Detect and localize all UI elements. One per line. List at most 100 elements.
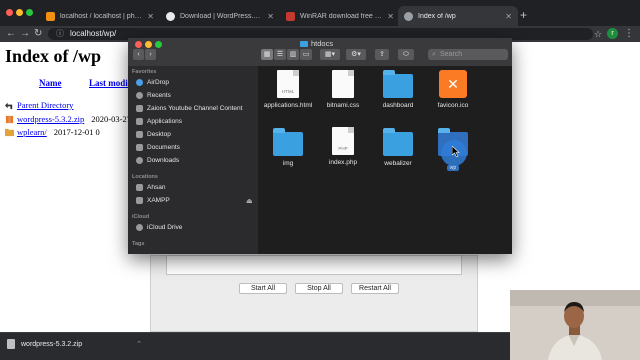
mouse-cursor-icon bbox=[452, 146, 460, 157]
browser-menu-icon[interactable]: ⋮ bbox=[624, 27, 634, 41]
html-file-icon: HTML bbox=[277, 70, 299, 98]
file-date: 2017-12-01 0 bbox=[53, 127, 100, 137]
file-item-index-php[interactable]: PHP index.php bbox=[312, 127, 374, 166]
tab-index-of-wp[interactable]: Index of /wp ✕ bbox=[398, 6, 518, 26]
sidebar-section-locations: Locations bbox=[132, 174, 158, 180]
icon-view-button[interactable]: ▦ bbox=[261, 49, 273, 60]
php-file-icon: PHP bbox=[332, 127, 354, 155]
tab-wordpress-download[interactable]: Download | WordPress.org ✕ bbox=[160, 6, 280, 26]
close-tab-icon[interactable]: ✕ bbox=[267, 12, 274, 21]
chevron-up-icon[interactable]: ⌃ bbox=[136, 340, 142, 348]
close-window-button[interactable] bbox=[6, 9, 13, 16]
file-item-bitnami-css[interactable]: bitnami.css bbox=[312, 70, 374, 109]
sidebar-item-desktop[interactable]: Desktop bbox=[136, 131, 171, 138]
sidebar-item-xampp[interactable]: XAMPP bbox=[136, 197, 170, 204]
sidebar-item-ahsan[interactable]: Ahsan bbox=[136, 184, 165, 191]
finder-search-input[interactable]: Search bbox=[428, 49, 508, 60]
finder-zoom-button[interactable] bbox=[155, 41, 162, 48]
download-filename: wordpress-5.3.2.zip bbox=[21, 340, 83, 348]
airdrop-icon bbox=[136, 79, 143, 86]
file-item-favicon-ico[interactable]: ✕ favicon.ico bbox=[422, 70, 484, 109]
file-item-applications-html[interactable]: HTML applications.html bbox=[257, 70, 319, 109]
search-icon: ⌕ bbox=[432, 51, 436, 58]
folder-link-wplearn[interactable]: wplearn/ bbox=[17, 127, 47, 137]
zip-file-icon bbox=[7, 339, 15, 349]
parent-directory-icon bbox=[5, 102, 13, 109]
back-arrow-icon[interactable]: ← bbox=[6, 26, 16, 42]
document-icon bbox=[136, 144, 143, 151]
finder-back-button[interactable]: ‹ bbox=[133, 49, 144, 60]
folder-icon bbox=[383, 70, 413, 98]
presenter-image bbox=[510, 290, 640, 360]
sidebar-item-recents[interactable]: Recents bbox=[136, 92, 171, 99]
column-name-link[interactable]: Name bbox=[39, 78, 62, 88]
css-file-icon bbox=[332, 70, 354, 98]
file-item-dashboard[interactable]: dashboard bbox=[367, 70, 429, 109]
edit-tags-icon[interactable]: ⬭ bbox=[398, 49, 414, 60]
download-icon bbox=[136, 157, 143, 164]
close-tab-icon[interactable]: ✕ bbox=[147, 12, 154, 21]
folder-icon bbox=[5, 128, 14, 136]
file-link-wordpress-zip[interactable]: wordpress-5.3.2.zip bbox=[17, 114, 84, 124]
tab-title: Download | WordPress.org bbox=[180, 12, 263, 20]
download-item[interactable]: wordpress-5.3.2.zip ⌃ bbox=[7, 339, 142, 349]
xampp-logo-icon: ✕ bbox=[439, 70, 467, 98]
restart-all-button[interactable]: Restart All bbox=[351, 283, 399, 294]
profile-avatar[interactable]: r bbox=[607, 28, 618, 39]
list-view-button[interactable]: ☰ bbox=[274, 49, 286, 60]
parent-directory-link[interactable]: Parent Directory bbox=[17, 100, 73, 110]
address-text[interactable]: localhost/wp/ bbox=[70, 28, 116, 40]
close-tab-icon[interactable]: ✕ bbox=[387, 12, 394, 21]
cloud-icon bbox=[136, 224, 143, 231]
forward-arrow-icon[interactable]: → bbox=[20, 26, 30, 42]
file-item-img[interactable]: img bbox=[257, 128, 319, 167]
winrar-favicon-icon bbox=[286, 11, 295, 21]
folder-icon bbox=[383, 128, 413, 156]
sidebar-item-documents[interactable]: Documents bbox=[136, 144, 180, 151]
archive-file-icon bbox=[5, 115, 14, 123]
sidebar-item-downloads[interactable]: Downloads bbox=[136, 157, 179, 164]
sidebar-section-favorites: Favorites bbox=[132, 69, 157, 75]
action-gear-icon[interactable]: ⚙▾ bbox=[346, 49, 366, 60]
xampp-log-area bbox=[166, 255, 462, 275]
maximize-window-button[interactable] bbox=[26, 9, 33, 16]
sidebar-item-airdrop[interactable]: AirDrop bbox=[136, 79, 169, 86]
new-tab-button[interactable]: + bbox=[520, 8, 527, 22]
desktop-icon bbox=[136, 131, 143, 138]
reload-icon[interactable]: ↻ bbox=[34, 26, 42, 42]
group-by-button[interactable]: ▦▾ bbox=[320, 49, 340, 60]
tab-winrar[interactable]: WinRAR download free and support ✕ bbox=[280, 6, 400, 26]
finder-title-text: htdocs bbox=[311, 39, 334, 48]
eject-icon[interactable]: ⏏ bbox=[246, 197, 253, 205]
computer-icon bbox=[136, 184, 143, 191]
list-item: Parent Directory bbox=[5, 100, 73, 110]
tab-phpmyadmin[interactable]: localhost / localhost | phpMyAdmin ✕ bbox=[40, 6, 160, 26]
globe-icon bbox=[404, 11, 413, 21]
share-icon[interactable]: ⇪ bbox=[375, 49, 389, 60]
sidebar-item-zaions-youtube[interactable]: Zaions Youtube Channel Content bbox=[136, 105, 242, 112]
info-icon[interactable]: ⓘ bbox=[56, 29, 64, 39]
file-item-webalizer[interactable]: webalizer bbox=[367, 128, 429, 167]
folder-icon bbox=[273, 128, 303, 156]
tab-title: Index of /wp bbox=[418, 12, 456, 20]
start-all-button[interactable]: Start All bbox=[239, 283, 287, 294]
tab-title: localhost / localhost | phpMyAdmin bbox=[60, 12, 142, 20]
list-item: wordpress-5.3.2.zip 2020-03-27 1 bbox=[5, 114, 137, 124]
column-view-button[interactable]: ▥ bbox=[287, 49, 299, 60]
stop-all-button[interactable]: Stop All bbox=[295, 283, 343, 294]
minimize-window-button[interactable] bbox=[16, 9, 23, 16]
bookmark-star-icon[interactable]: ☆ bbox=[594, 27, 602, 41]
sidebar-item-icloud-drive[interactable]: iCloud Drive bbox=[136, 224, 182, 231]
finder-title: htdocs bbox=[300, 39, 333, 48]
sidebar-item-applications[interactable]: Applications bbox=[136, 118, 182, 125]
clock-icon bbox=[136, 92, 143, 99]
close-tab-icon[interactable]: ✕ bbox=[505, 12, 512, 21]
page-title: Index of /wp bbox=[5, 46, 102, 66]
gallery-view-button[interactable]: ▭ bbox=[300, 49, 312, 60]
finder-minimize-button[interactable] bbox=[145, 41, 152, 48]
wordpress-favicon-icon bbox=[166, 11, 175, 21]
list-item: wplearn/ 2017-12-01 0 bbox=[5, 127, 100, 137]
folder-icon bbox=[300, 40, 308, 47]
finder-forward-button[interactable]: › bbox=[145, 49, 156, 60]
finder-close-button[interactable] bbox=[135, 41, 142, 48]
